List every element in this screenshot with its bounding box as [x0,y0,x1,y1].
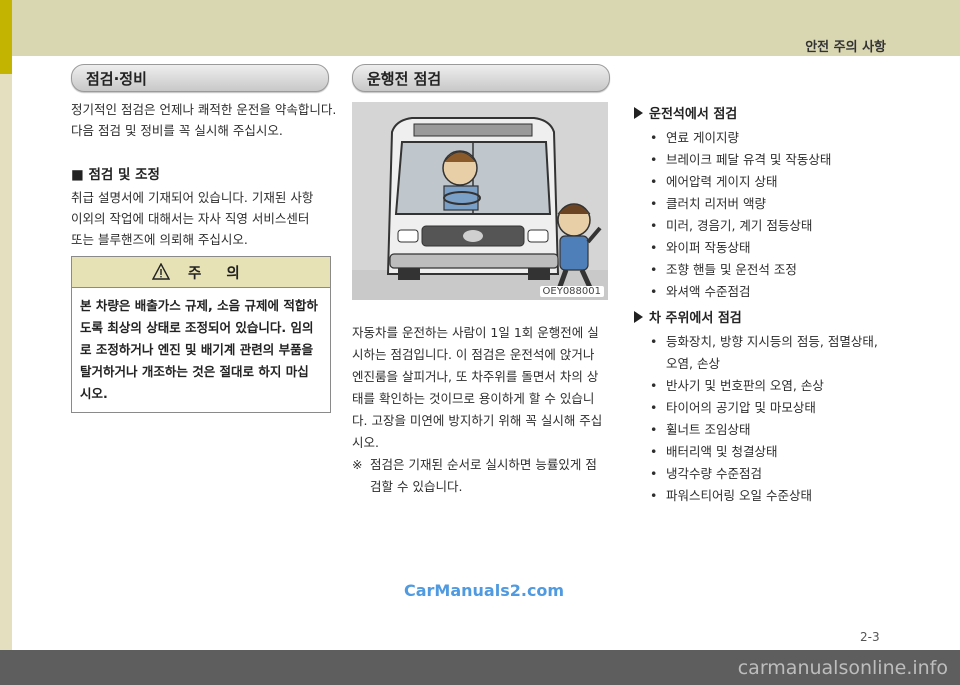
chapter-tab-marker [0,0,12,74]
driver-seat-check-heading: 운전석에서 점검 [634,103,737,122]
list-item: 등화장치, 방향 지시등의 점등, 점멸상태, [648,331,878,353]
warning-triangle-icon [152,263,170,280]
caution-box: 주 의 본 차량은 배출가스 규제, 소음 규제에 적합하 도록 최상의 상태로… [71,256,331,413]
sub-text-line-1: 취급 설명서에 기재되어 있습니다. 기재된 사항 [71,190,314,205]
around-vehicle-check-list: 등화장치, 방향 지시등의 점등, 점멸상태, 오염, 손상 반사기 및 번호판… [648,331,878,507]
caution-text: 본 차량은 배출가스 규제, 소음 규제에 적합하 도록 최상의 상태로 조정되… [80,295,326,405]
image-reference-code: OEY088001 [539,286,604,297]
caution-label: 주 의 [188,266,240,282]
list-item: 미러, 경음기, 계기 점등상태 [648,215,831,237]
list-item-continuation: 오염, 손상 [666,356,720,371]
section-heading-text: 점검·정비 [86,70,147,88]
around-vehicle-check-heading: 차 주위에서 점검 [634,307,742,326]
caution-header: 주 의 [72,257,330,288]
intro-line-1: 정기적인 점검은 언제나 쾌적한 운전을 약속합니다. [71,102,337,117]
note-line-2: 검할 수 있습니다. [370,479,463,494]
watermark-link[interactable]: CarManuals2.com [404,581,564,600]
intro-line-2: 다음 점검 및 정비를 꼭 실시해 주십시오. [71,123,283,138]
caution-line: 탈거하거나 개조하는 것은 절대로 하지 마십 [80,364,309,379]
driver-seat-check-list: 연료 게이지량 브레이크 페달 유격 및 작동상태 에어압력 게이지 상태 클러… [648,127,831,303]
top-header-band: 안전 주의 사항 [0,0,960,56]
triangle-right-icon [634,311,643,323]
list-item: 에어압력 게이지 상태 [648,171,831,193]
body-line-1: 자동차를 운전하는 사람이 1일 1회 운행전에 실 [352,325,599,340]
caution-line: 본 차량은 배출가스 규제, 소음 규제에 적합하 [80,298,318,313]
footer-bar: carmanualsonline.info [0,650,960,685]
section-heading-text: 운행전 점검 [367,70,442,88]
list-item: 브레이크 페달 유격 및 작동상태 [648,149,831,171]
triangle-right-icon [634,107,643,119]
heading-text: 차 주위에서 점검 [649,311,742,326]
list-item: 와셔액 수준점검 [648,281,831,303]
list-item: 휠너트 조임상태 [648,419,878,441]
list-item: 파워스티어링 오일 수준상태 [648,485,878,507]
note-line-1: 점검은 기재된 순서로 실시하면 능률있게 점 [370,457,597,472]
page-number: 2-3 [860,630,880,644]
list-item: 냉각수량 수준점검 [648,463,878,485]
body-line-3: 엔진룸을 살피거나, 또 차주위를 돌면서 차의 상 [352,369,599,384]
chapter-title: 안전 주의 사항 [805,40,886,55]
list-item: 반사기 및 번호판의 오염, 손상 [648,375,878,397]
body-line-4: 태를 확인하는 것이므로 용이하게 할 수 있습니 [352,391,595,406]
sub-text-line-2: 이외의 작업에 대해서는 자사 직영 서비스센터 [71,211,310,226]
list-item: 타이어의 공기압 및 마모상태 [648,397,878,419]
list-item: 조향 핸들 및 운전석 조정 [648,259,831,281]
section-heading-pre-drive: 운행전 점검 [352,64,610,92]
sub-text-line-3: 또는 블루핸즈에 의뢰해 주십시오. [71,232,248,247]
body-line-6: 시오. [352,435,379,450]
heading-text: 운전석에서 점검 [649,107,738,122]
bus-drawing [352,102,608,300]
note-mark: ※ [352,457,363,472]
footer-site-text: carmanualsonline.info [737,657,948,679]
list-item: 와이퍼 작동상태 [648,237,831,259]
bus-illustration: OEY088001 [352,102,608,300]
caution-line: 도록 최상의 상태로 조정되어 있습니다. 임의 [80,320,314,335]
caution-line: 로 조정하거나 엔진 및 배기계 관련의 부품을 [80,342,314,357]
list-item: 배터리액 및 청결상태 [648,441,878,463]
body-line-2: 시하는 점검입니다. 이 점검은 운전석에 앉거나 [352,347,595,362]
section-heading-maintenance: 점검·정비 [71,64,329,92]
left-margin-strip [0,0,12,685]
body-line-5: 다. 고장을 미연에 방지하기 위해 꼭 실시해 주십 [352,413,603,428]
caution-line: 시오. [80,386,108,401]
sub-heading-inspection: ■ 점검 및 조정 [71,167,160,183]
list-item: 연료 게이지량 [648,127,831,149]
list-item: 클러치 리저버 액량 [648,193,831,215]
